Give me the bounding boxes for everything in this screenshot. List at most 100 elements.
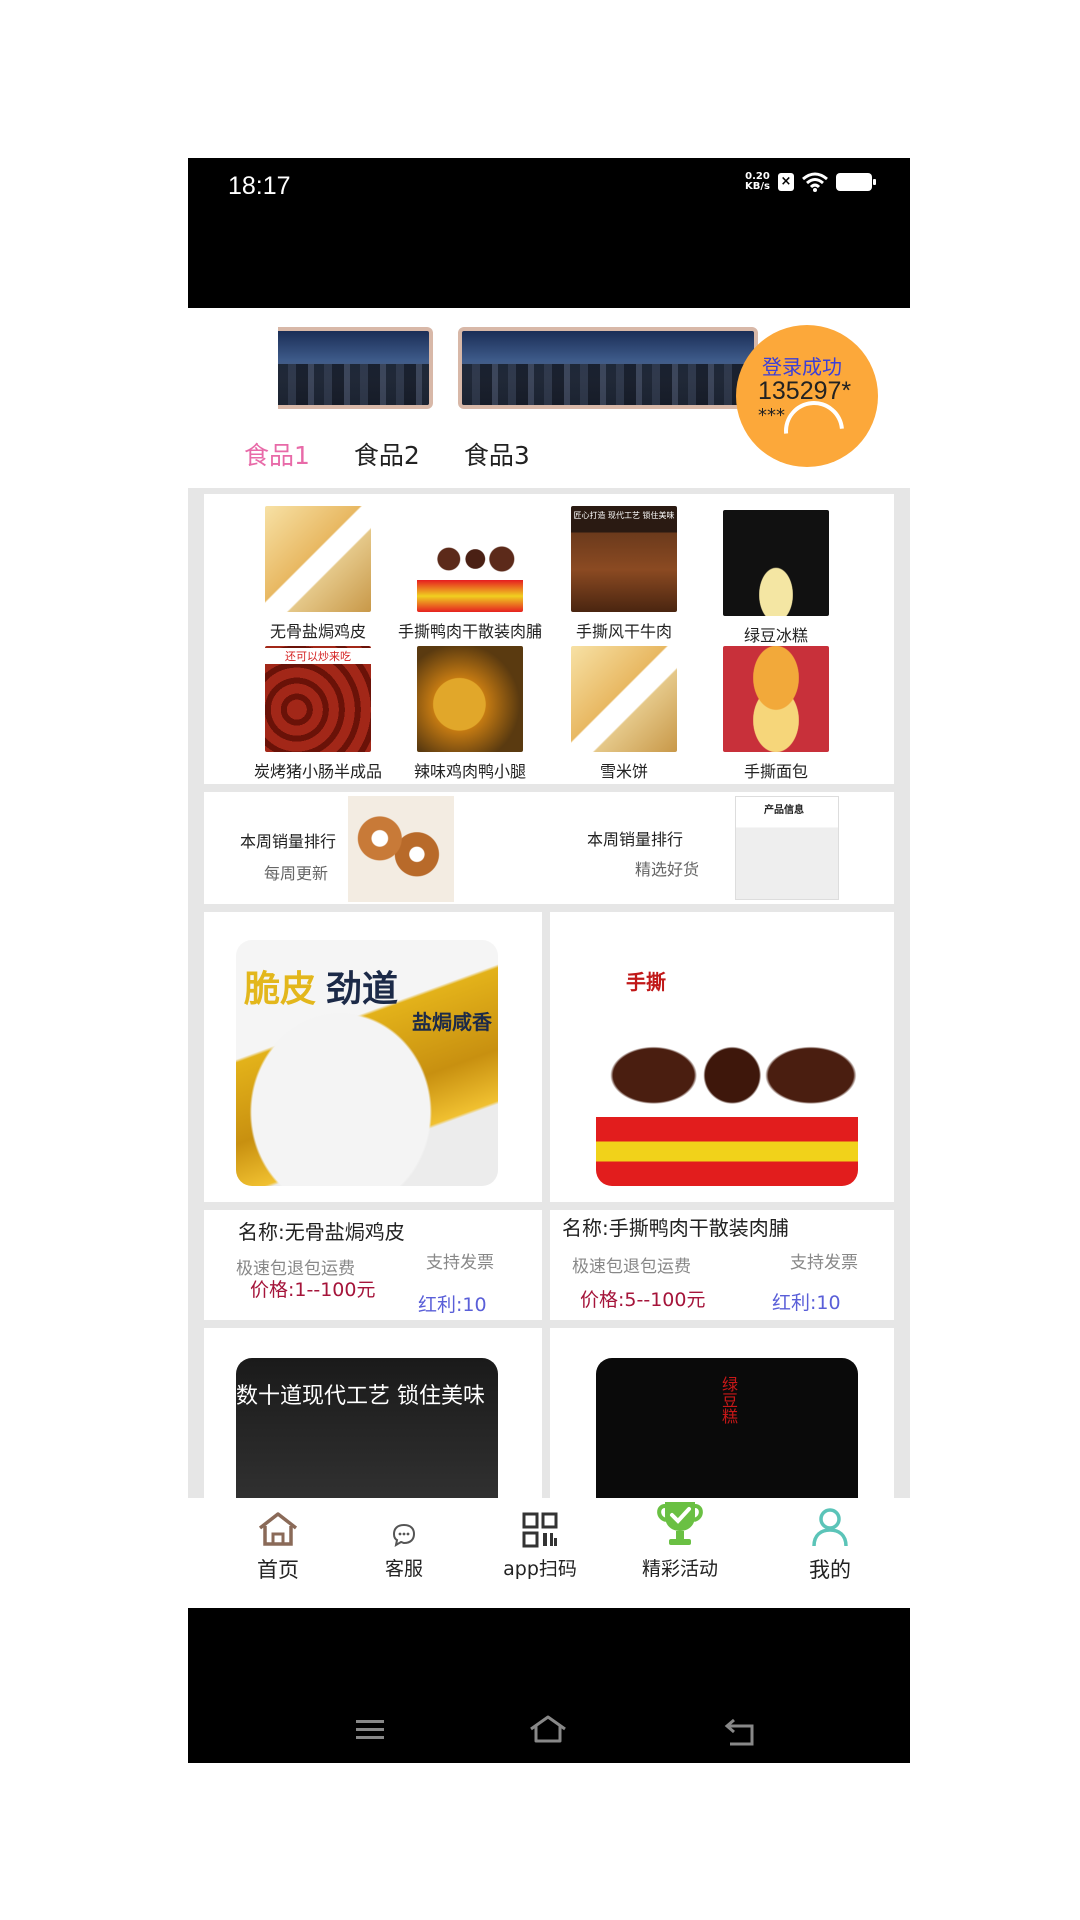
product-card-image[interactable]: 绿豆糕 [550,1328,894,1498]
login-toast-title: 登录成功 [762,355,842,379]
product-name: 名称:手撕鸭肉干散装肉脯 [562,1216,789,1240]
ranking-subtitle: 每周更新 [264,864,329,883]
category-thumb-bread [723,646,829,752]
net-speed: 0.20 KB/s [745,172,770,192]
nav-label: 精彩活动 [641,1558,718,1580]
bottom-navigation: 首页 客服 app扫码 精彩活动 我的 [188,1498,910,1608]
back-icon[interactable] [724,1718,756,1746]
product-info-caption: 产品信息 [764,805,804,816]
product-image-caption: 数十道现代工艺 锁住美味 [236,1384,485,1409]
login-toast-mask: *** [758,405,785,426]
banner-image-city-2[interactable] [458,327,758,409]
nav-label: 我的 [809,1558,851,1582]
ranking-card-left[interactable]: 本周销量排行 每周更新 [204,792,549,904]
product-card-info[interactable]: 名称:无骨盐焗鸡皮 极速包退包运费 支持发票 价格:1--100元 红利:10 [204,1210,542,1320]
status-time: 18:17 [228,172,291,200]
category-item[interactable]: 雪米饼 [544,646,704,782]
category-tabs: 食品1 食品2 食品3 [244,436,530,472]
category-thumb-duck [417,506,523,612]
category-thumb-sausage: 还可以炒来吃 [265,646,371,752]
product-image-text: 盐焗咸香 [412,1010,492,1034]
net-speed-unit: KB/s [745,181,770,192]
login-success-toast: 登录成功 135297* *** [736,325,878,474]
profile-icon [770,1498,890,1548]
product-shipping: 极速包退包运费 [572,1257,691,1277]
weekly-ranking-panel: 本周销量排行 每周更新 本周销量排行 精选好货 产品信息 [204,792,894,904]
home-icon [218,1498,338,1548]
category-thumb-beef: 匠心打造 现代工艺 锁住美味 [571,506,677,612]
product-image-duck-jerky: 手撕 [596,940,858,1186]
category-thumb-chicken [417,646,523,752]
product-image-greenbean: 绿豆糕 [596,1358,858,1498]
category-thumb-greenbean [723,510,829,616]
category-label: 雪米饼 [599,762,648,781]
category-item[interactable]: 辣味鸡肉鸭小腿 [390,646,550,782]
system-navigation-bar [188,1608,910,1763]
category-label: 绿豆冰糕 [743,626,808,645]
product-image-text: 脆皮 [244,968,317,1010]
system-home-icon[interactable] [528,1714,568,1744]
nav-profile[interactable]: 我的 [770,1498,890,1584]
product-image-text: 手撕 [626,970,666,994]
nav-label: 客服 [384,1558,423,1580]
category-label: 无骨盐焗鸡皮 [269,622,366,641]
trophy-icon [620,1498,740,1548]
category-label: 手撕鸭肉干散装肉脯 [397,622,542,641]
product-image-chicken-skin: 脆皮 劲道 盐焗咸香 [236,940,498,1186]
ranking-card-right[interactable]: 本周销量排行 精选好货 产品信息 [549,792,894,904]
chat-icon [344,1498,464,1548]
product-bonus: 红利:10 [772,1292,841,1314]
nav-home[interactable]: 首页 [218,1498,338,1584]
tab-food-3[interactable]: 食品3 [464,436,530,472]
product-card-image[interactable]: 数十道现代工艺 锁住美味 [204,1328,542,1498]
phone-screen: 18:17 0.20 KB/s × 登录成功 135297* *** 食品1 食… [188,158,910,1763]
battery-icon [836,173,876,191]
product-name: 名称:无骨盐焗鸡皮 [238,1220,405,1244]
category-thumb-crackers [571,646,677,752]
status-bar: 18:17 0.20 KB/s × [188,158,910,308]
ranking-subtitle: 精选好货 [635,860,700,879]
ranking-thumb-donut [348,796,454,902]
category-label: 手撕风干牛肉 [575,622,672,641]
category-item[interactable]: 手撕面包 [696,646,856,782]
menu-icon[interactable] [354,1718,386,1742]
ranking-thumb-product-info: 产品信息 [735,796,839,900]
banner-image-city-1[interactable] [278,327,433,409]
product-bonus: 红利:10 [418,1294,487,1316]
tab-food-1[interactable]: 食品1 [244,436,310,472]
ranking-title: 本周销量排行 [240,832,337,851]
wifi-icon [802,172,828,192]
product-invoice: 支持发票 [790,1253,858,1273]
category-label: 手撕面包 [743,762,808,781]
sausage-thumb-caption: 还可以炒来吃 [265,648,371,664]
category-label: 辣味鸡肉鸭小腿 [413,762,526,781]
ranking-title: 本周销量排行 [587,830,684,849]
nav-activities[interactable]: 精彩活动 [620,1498,740,1581]
tab-food-2[interactable]: 食品2 [354,436,420,472]
product-price: 价格:1--100元 [250,1279,376,1301]
nav-label: 首页 [257,1558,299,1582]
product-card-info[interactable]: 名称:手撕鸭肉干散装肉脯 极速包退包运费 支持发票 价格:5--100元 红利:… [550,1210,894,1320]
product-shipping: 极速包退包运费 [236,1259,355,1279]
category-item[interactable]: 手撕鸭肉干散装肉脯 [390,506,550,642]
category-item[interactable]: 还可以炒来吃 炭烤猪小肠半成品 [238,646,398,782]
notification-x-icon: × [778,173,794,191]
nav-label: app扫码 [503,1558,577,1580]
beef-thumb-caption: 匠心打造 现代工艺 锁住美味 [573,511,675,520]
qr-scan-icon [480,1498,600,1548]
product-invoice: 支持发票 [426,1253,494,1273]
nav-customer-service[interactable]: 客服 [344,1498,464,1581]
category-item[interactable]: 匠心打造 现代工艺 锁住美味 手撕风干牛肉 [544,506,704,642]
category-thumb-crackers [265,506,371,612]
product-card-image[interactable]: 手撕 [550,912,894,1202]
category-label: 炭烤猪小肠半成品 [253,762,382,781]
product-card-image[interactable]: 脆皮 劲道 盐焗咸香 [204,912,542,1202]
nav-app-scan[interactable]: app扫码 [480,1498,600,1581]
status-icons: 0.20 KB/s × [745,172,876,192]
category-item[interactable]: 绿豆冰糕 [696,510,856,646]
product-price: 价格:5--100元 [580,1289,706,1311]
category-grid: 无骨盐焗鸡皮 手撕鸭肉干散装肉脯 匠心打造 现代工艺 锁住美味 手撕风干牛肉 绿… [204,494,894,784]
category-item[interactable]: 无骨盐焗鸡皮 [238,506,398,642]
main-content: 无骨盐焗鸡皮 手撕鸭肉干散装肉脯 匠心打造 现代工艺 锁住美味 手撕风干牛肉 绿… [188,488,910,1498]
product-image-caption: 绿豆糕 [719,1376,738,1424]
